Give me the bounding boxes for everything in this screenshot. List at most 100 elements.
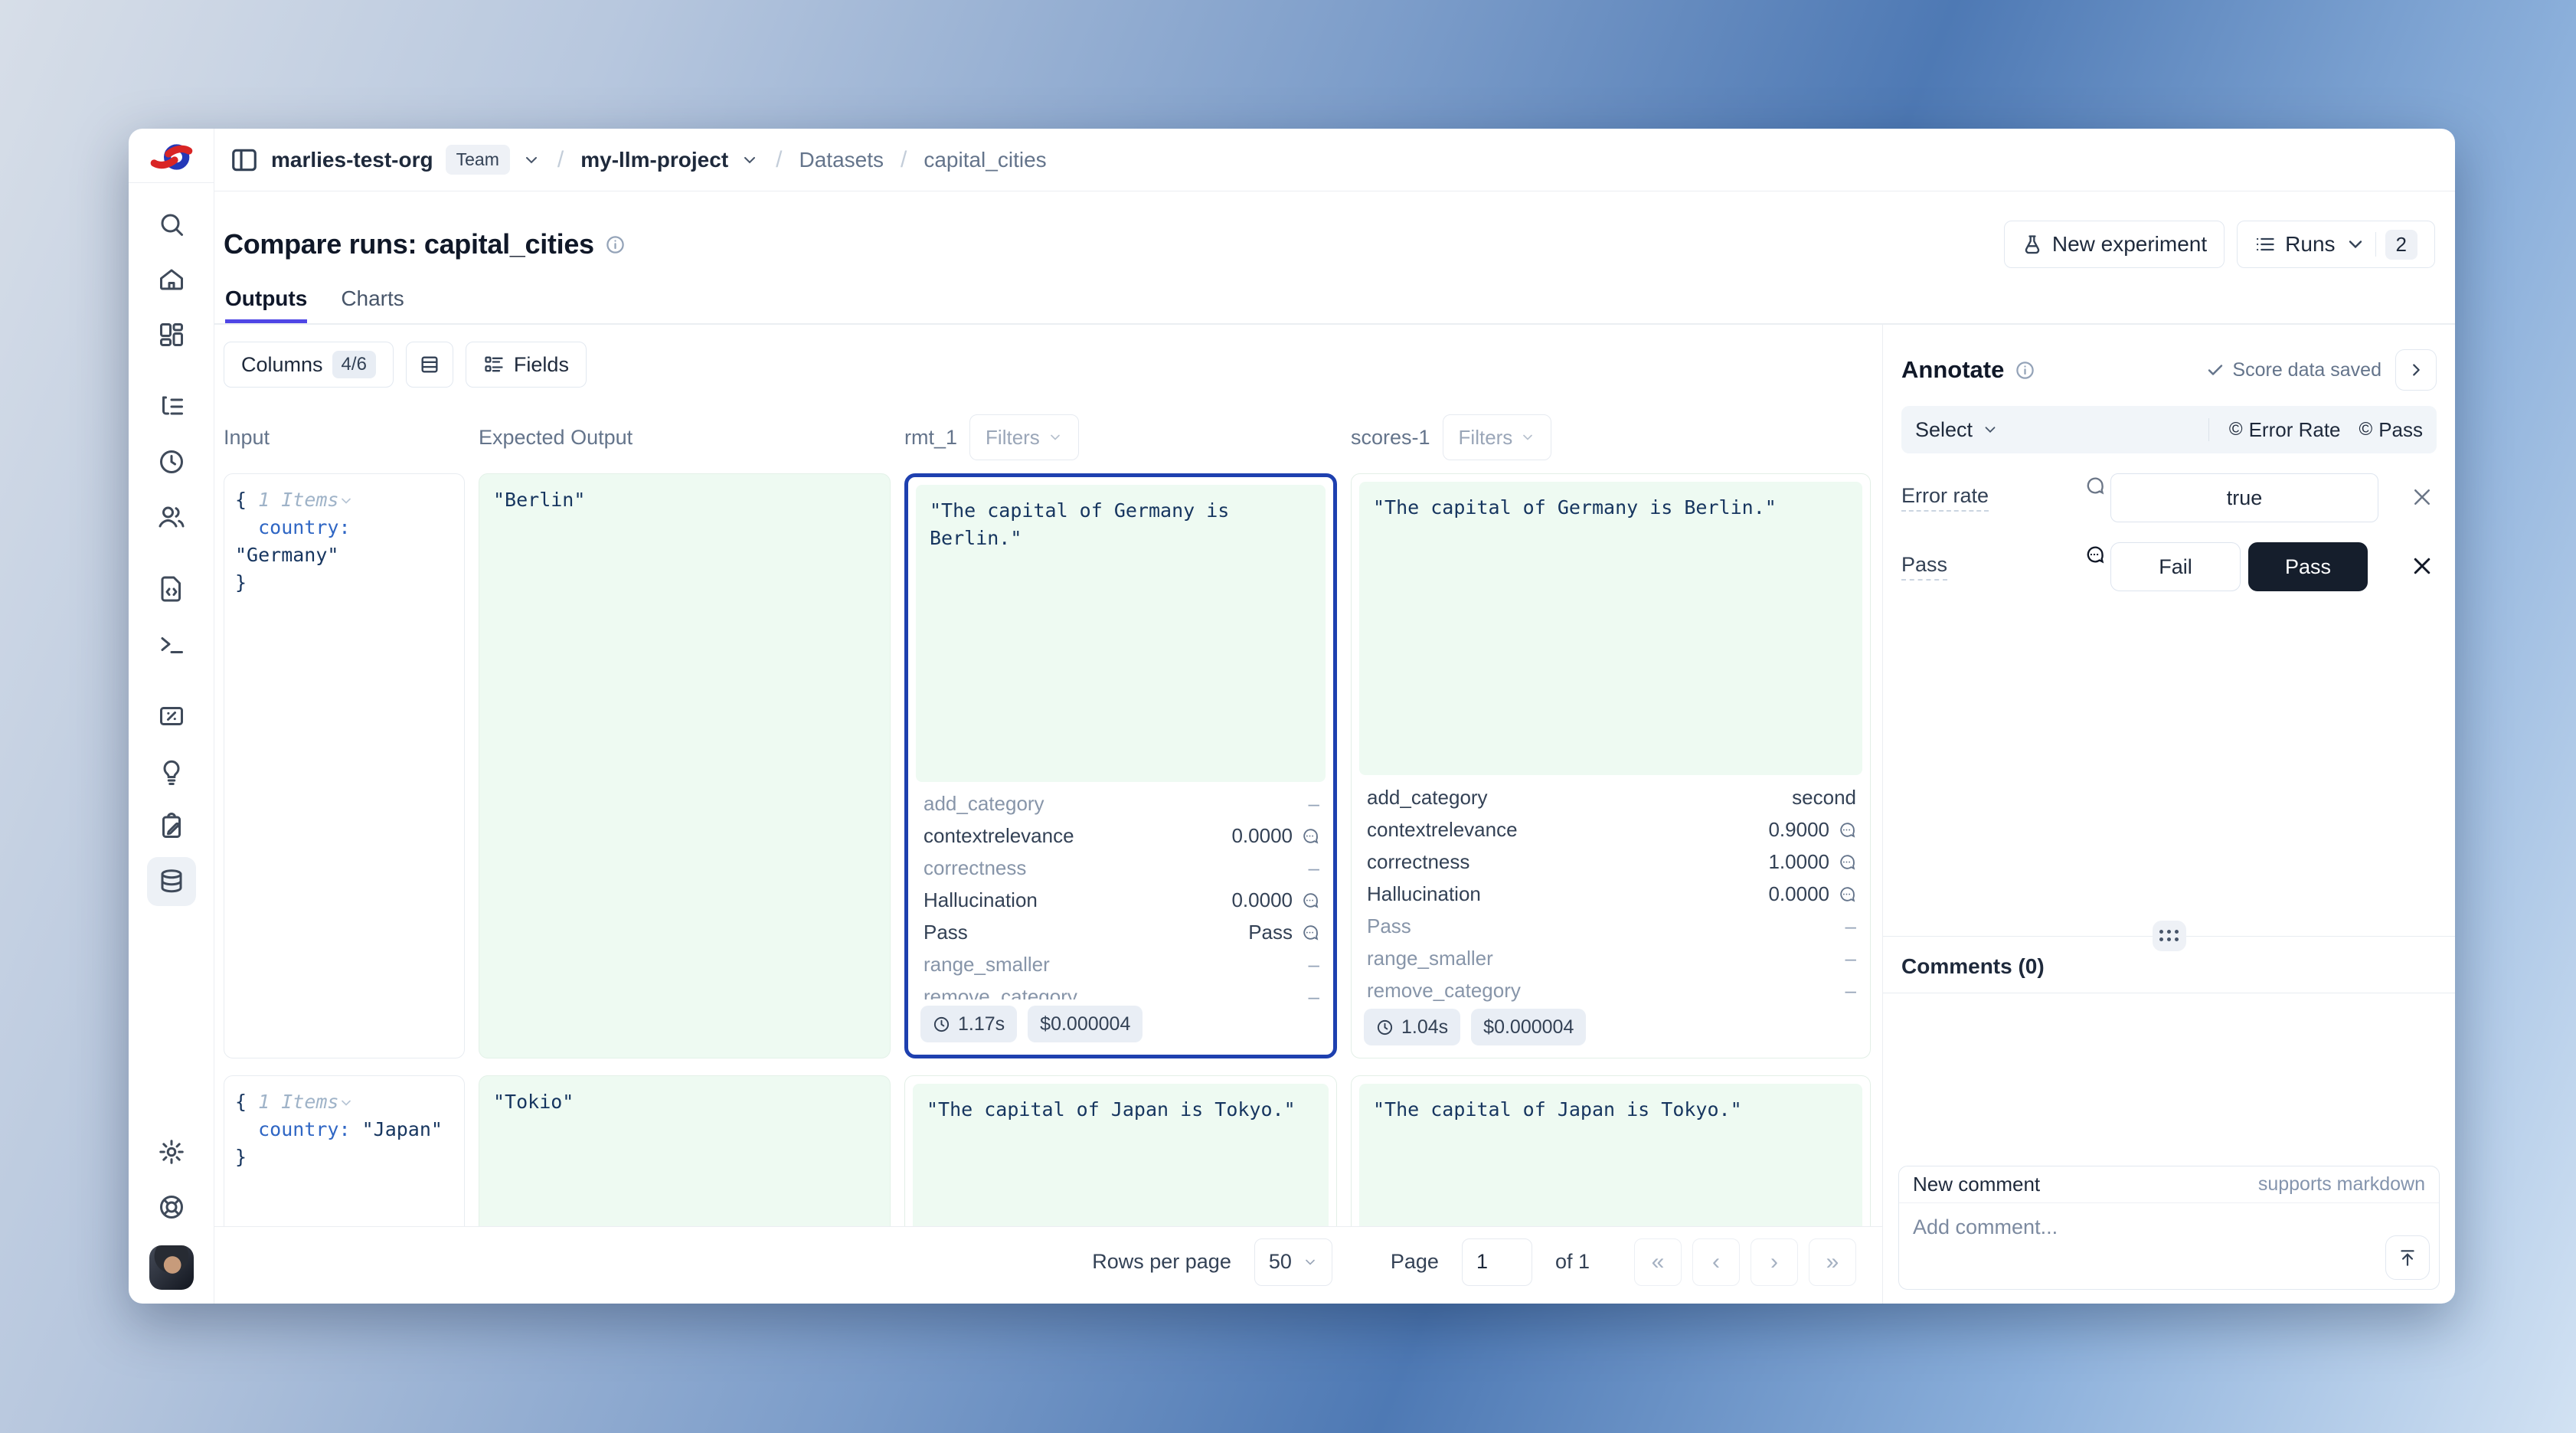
comment-bubble-icon[interactable] [1837, 852, 1856, 872]
runs-button[interactable]: Runs 2 [2237, 221, 2435, 268]
comment-bubble-icon[interactable] [1300, 923, 1319, 942]
run1-output-cell[interactable]: "The capital of Japan is Tokyo." [904, 1075, 1337, 1226]
sidebar-item-home[interactable] [147, 255, 196, 304]
clear-icon[interactable] [2411, 486, 2434, 509]
rows-per-page-select[interactable]: 50 [1254, 1238, 1332, 1286]
tab-charts[interactable]: Charts [341, 286, 404, 323]
row-height-button[interactable] [406, 342, 453, 388]
json-key: country: [258, 1118, 350, 1140]
sidebar-item-insights[interactable] [147, 747, 196, 796]
expected-output-cell[interactable]: "Tokio" [479, 1075, 891, 1226]
score-row: correctness– [924, 852, 1319, 885]
columns-button[interactable]: Columns 4/6 [224, 342, 394, 388]
flask-icon [2022, 234, 2043, 255]
icon-rail [129, 129, 214, 1304]
sidebar-item-annotation[interactable] [147, 802, 196, 851]
column-header-run1: rmt_1 Filters [904, 414, 1337, 460]
info-icon[interactable] [605, 234, 626, 255]
chevron-down-icon[interactable] [740, 151, 759, 169]
page-title: Compare runs: capital_cities [224, 228, 594, 260]
breadcrumb-item[interactable]: capital_cities [924, 148, 1046, 172]
run1-filters-button[interactable]: Filters [969, 414, 1079, 460]
sidebar-item-evaluation[interactable] [147, 692, 196, 741]
score-list: add_category– contextrelevance0.0000 cor… [916, 782, 1326, 1000]
error-rate-input[interactable] [2110, 473, 2378, 522]
json-brace: } [235, 571, 247, 594]
clear-icon[interactable] [2411, 555, 2434, 577]
app-window: marlies-test-org Team / my-llm-project /… [129, 129, 2455, 1304]
score-chip-error-rate[interactable]: ©Error Rate [2229, 418, 2341, 442]
table-row: { 1 Items country: "Japan" } "Tokio" "Th… [214, 1075, 1882, 1226]
breadcrumb-project[interactable]: my-llm-project [580, 148, 728, 172]
first-page-button[interactable]: « [1634, 1238, 1682, 1286]
columns-count-badge: 4/6 [332, 351, 376, 378]
chevron-down-icon[interactable] [338, 1095, 354, 1111]
sidebar-item-playground[interactable] [147, 620, 196, 669]
home-icon [158, 266, 185, 293]
breadcrumb-org[interactable]: marlies-test-org [271, 148, 433, 172]
comment-bubble-icon[interactable] [1837, 885, 1856, 904]
chevron-down-icon[interactable] [338, 493, 354, 509]
comment-bubble-icon[interactable] [1300, 891, 1319, 910]
sidebar-item-settings[interactable] [147, 1127, 196, 1176]
user-avatar[interactable] [149, 1245, 194, 1290]
sidebar-item-search[interactable] [147, 200, 196, 249]
run1-output-cell[interactable]: "The capital of Germany is Berlin." add_… [904, 473, 1337, 1058]
page-number-input[interactable] [1462, 1238, 1532, 1286]
chevron-down-icon[interactable] [522, 151, 541, 169]
input-cell[interactable]: { 1 Items country: "Germany" } [224, 473, 465, 1058]
latency-chip[interactable]: 1.17s [920, 1006, 1017, 1042]
fail-button[interactable]: Fail [2110, 542, 2241, 591]
submit-comment-button[interactable] [2385, 1235, 2430, 1280]
sidebar-item-tracing[interactable] [147, 382, 196, 431]
life-buoy-icon [158, 1193, 185, 1221]
resize-grip-handle[interactable] [2153, 921, 2186, 951]
run-output-block: "The capital of Germany is Berlin." [1359, 482, 1862, 775]
cost-chip[interactable]: $0.000004 [1028, 1006, 1143, 1042]
comment-bubble-icon[interactable] [1837, 820, 1856, 839]
next-record-button[interactable] [2395, 349, 2437, 391]
json-items-count[interactable]: 1 Items [258, 489, 338, 511]
score-row: contextrelevance0.9000 [1367, 813, 1856, 846]
percent-card-icon [158, 702, 185, 730]
score-select-dropdown[interactable]: Select [1915, 418, 1999, 442]
json-brace: } [235, 1146, 247, 1168]
next-page-button[interactable]: › [1751, 1238, 1798, 1286]
chevrons-left-icon: « [1652, 1249, 1665, 1275]
json-value: "Germany" [235, 544, 338, 566]
pass-button[interactable]: Pass [2248, 542, 2368, 591]
chevron-down-icon [1048, 430, 1063, 445]
sidebar-item-prompts[interactable] [147, 564, 196, 613]
filters-label: Filters [1459, 426, 1513, 450]
expected-output-cell[interactable]: "Berlin" [479, 473, 891, 1058]
sidebar-item-support[interactable] [147, 1183, 196, 1232]
tab-outputs[interactable]: Outputs [225, 286, 307, 323]
sidebar-toggle-icon[interactable] [230, 146, 259, 175]
run2-output-cell[interactable]: "The capital of Japan is Tokyo." [1351, 1075, 1871, 1226]
cost-chip[interactable]: $0.000004 [1471, 1009, 1586, 1045]
sidebar-item-users[interactable] [147, 492, 196, 541]
sidebar-item-datasets[interactable] [147, 857, 196, 906]
comment-placeholder[interactable]: Add comment... [1913, 1215, 2058, 1239]
latency-chip[interactable]: 1.04s [1364, 1009, 1460, 1045]
score-chip-pass[interactable]: ©Pass [2359, 418, 2424, 442]
markdown-hint: supports markdown [2258, 1173, 2425, 1196]
input-cell[interactable]: { 1 Items country: "Japan" } [224, 1075, 465, 1226]
new-experiment-button[interactable]: New experiment [2004, 221, 2225, 268]
run2-output-cell[interactable]: "The capital of Germany is Berlin." add_… [1351, 473, 1871, 1058]
comment-bubble-dots-icon[interactable] [2084, 544, 2105, 565]
rows-icon [419, 354, 440, 375]
run2-filters-button[interactable]: Filters [1443, 414, 1552, 460]
comment-bubble-icon[interactable] [1300, 826, 1319, 846]
comment-bubble-icon[interactable] [2084, 475, 2105, 496]
last-page-button[interactable]: » [1809, 1238, 1856, 1286]
info-icon[interactable] [2015, 360, 2035, 381]
table-header-row: Input Expected Output rmt_1 Filters scor… [214, 401, 1882, 473]
fields-button[interactable]: Fields [466, 342, 587, 388]
json-items-count[interactable]: 1 Items [258, 1091, 338, 1113]
breadcrumb-datasets[interactable]: Datasets [799, 148, 884, 172]
sidebar-item-dashboards[interactable] [147, 310, 196, 359]
sidebar-item-sessions[interactable] [147, 437, 196, 486]
tab-bar: Outputs Charts [214, 286, 2455, 325]
prev-page-button[interactable]: ‹ [1692, 1238, 1740, 1286]
